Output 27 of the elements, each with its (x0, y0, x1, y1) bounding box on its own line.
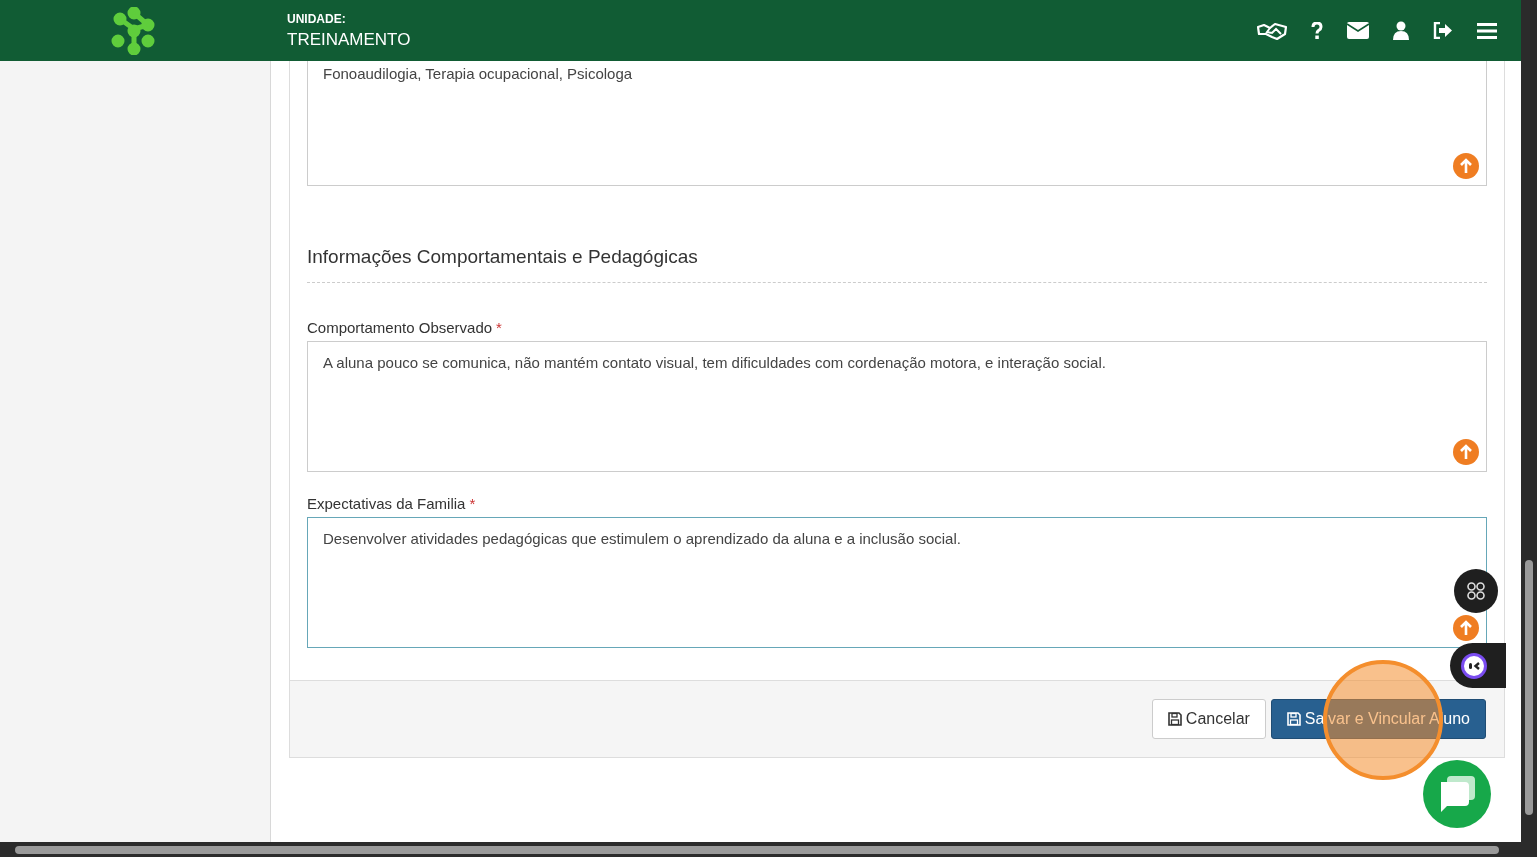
horizontal-scrollbar[interactable] (0, 842, 1521, 857)
assistant-tab[interactable] (1450, 643, 1506, 688)
cancel-button[interactable]: Cancelar (1151, 699, 1266, 739)
required-mark: * (469, 495, 476, 512)
field-label: Expectativas da Familia (307, 495, 466, 512)
user-icon[interactable] (1393, 21, 1409, 40)
save-icon (1167, 712, 1182, 726)
save-icon (1286, 712, 1301, 726)
field-label: Comportamento Observado (307, 319, 493, 336)
upload-icon[interactable] (1453, 153, 1479, 179)
vertical-scrollbar[interactable] (1521, 0, 1537, 857)
section-title: Informações Comportamentais e Pedagógicas (307, 246, 699, 268)
text-area[interactable]: A aluna pouco se comunica, não mantém contato visual, tem dificuldades com cordenação motora, e interação social. (307, 341, 1487, 472)
mail-icon[interactable] (1347, 22, 1369, 39)
apps-icon (1466, 581, 1486, 601)
help-icon[interactable] (1311, 21, 1323, 40)
menu-icon[interactable] (1477, 22, 1497, 39)
unit-name: TREINAMENTO (287, 29, 411, 50)
upload-icon[interactable] (1453, 439, 1479, 465)
required-mark: * (496, 319, 502, 336)
text-area[interactable]: Desenvolver atividades pedagógicas que estimulem o aprendizado da aluna e a inclusão social. (307, 517, 1487, 648)
logout-icon[interactable] (1433, 22, 1453, 39)
bot-icon (1460, 651, 1488, 680)
apps-button[interactable] (1454, 569, 1498, 613)
upload-icon[interactable] (1453, 615, 1479, 641)
unit-label: UNIDADE: (287, 11, 347, 26)
handshake-icon[interactable] (1257, 20, 1287, 41)
